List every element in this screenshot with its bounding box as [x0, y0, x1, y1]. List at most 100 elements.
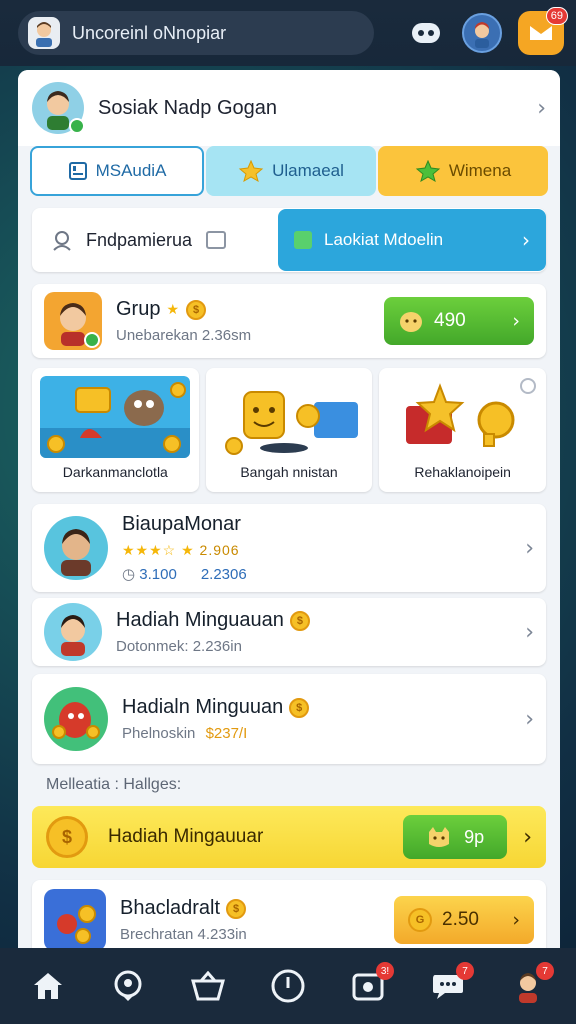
- message-icon: [530, 26, 552, 40]
- weekly-reward-label: Hadiah Mingauuar: [108, 826, 264, 847]
- tab-wimena[interactable]: Wimena: [378, 146, 548, 196]
- rating-stars-icon: ★★★☆ ★: [122, 542, 195, 558]
- list-title: BiaupaMonar: [122, 513, 241, 535]
- list-title: Hadiah Minguauan: [116, 609, 284, 631]
- home-icon[interactable]: [28, 966, 68, 1006]
- weekly-reward-bar[interactable]: $ Hadiah Mingauuar 9p ›: [32, 806, 546, 868]
- verified-icon: [84, 332, 100, 348]
- bottom-nav: 3! 7 7: [0, 948, 576, 1024]
- list-avatar: [44, 889, 106, 948]
- profile-name: Sosiak Nadp Gogan: [98, 96, 278, 119]
- user-search-icon: [53, 231, 71, 251]
- reward-tile[interactable]: Darkanmanclotla: [32, 368, 199, 492]
- wallet-badge: 3!: [376, 962, 394, 980]
- chevron-right-icon: ›: [523, 824, 532, 850]
- chevron-right-icon: ›: [525, 706, 534, 732]
- clock-icon: ◷: [122, 566, 140, 583]
- notification-badge: 69: [545, 7, 568, 25]
- face-icon: [400, 312, 422, 332]
- profile-badge: 7: [536, 962, 554, 980]
- list-subtitle: Dotonmek: 2.236in: [116, 638, 242, 655]
- list-title: Hadialn Minguuan: [122, 696, 284, 718]
- profile-avatar: [32, 82, 85, 134]
- list-avatar: [44, 516, 108, 580]
- compass-icon[interactable]: [268, 966, 308, 1006]
- search-bar[interactable]: Uncoreinl oNnopiar: [18, 11, 374, 55]
- messages-icon[interactable]: 7: [428, 962, 474, 1006]
- tab-label: MSAudiA: [95, 161, 167, 180]
- tab-ulamaeal[interactable]: Ulamaeal: [206, 146, 376, 196]
- weekly-reward-button[interactable]: 9p: [403, 815, 508, 859]
- chat-bot-icon[interactable]: [406, 13, 446, 53]
- messages-badge: 7: [456, 962, 474, 980]
- claim-value: 2.50: [442, 909, 479, 930]
- group-title: Grup: [116, 298, 161, 320]
- tile-label: Rehaklanoipein: [414, 464, 511, 480]
- chevron-right-icon: ›: [512, 310, 520, 332]
- tab-label: Ulamaeal: [272, 161, 344, 180]
- notification-button[interactable]: 69: [518, 7, 568, 55]
- profile-row[interactable]: Sosiak Nadp Gogan ›: [18, 70, 560, 146]
- group-subtitle: Unebarekan 2.36sm: [116, 327, 252, 344]
- list-item[interactable]: Bhacladralt $ Brechratan 4.233in G 2.50 …: [32, 880, 546, 948]
- star-green-icon: [415, 160, 441, 182]
- star-icon: [238, 160, 264, 182]
- tab-label: Wimena: [448, 161, 512, 180]
- chevron-right-icon: ›: [525, 535, 534, 561]
- rating-value: 2.906: [199, 542, 240, 558]
- latest-button[interactable]: Laokiat Mdoelin ›: [278, 209, 546, 271]
- list-item[interactable]: Hadialn Minguuan $ Phelnoskin $237/I ›: [32, 674, 546, 764]
- star-icon: ★: [166, 301, 181, 317]
- online-status-icon: [69, 118, 85, 134]
- profile-nav-icon[interactable]: 7: [508, 962, 554, 1006]
- gift-art-icon: [214, 376, 364, 458]
- list-item[interactable]: BiaupaMonar ★★★☆ ★ 2.906 ◷ 3.100 2.2306 …: [32, 504, 546, 592]
- user-avatar-icon: [28, 17, 60, 49]
- wallet-icon[interactable]: 3!: [348, 962, 394, 1006]
- main-panel: Sosiak Nadp Gogan › MSAudiA Ulamaeal Wim…: [18, 70, 560, 948]
- filter-card: Fndpamierua Laokiat Mdoelin ›: [32, 208, 546, 272]
- weekly-reward-value: 9p: [464, 826, 485, 847]
- tile-label: Bangah nnistan: [240, 464, 338, 480]
- list-subtitle-label: Phelnoskin: [122, 725, 196, 742]
- group-card[interactable]: Grup ★ $ Unebarekan 2.36sm 490 ›: [32, 284, 546, 358]
- chevron-right-icon: ›: [537, 95, 546, 121]
- latest-button-label: Laokiat Mdoelin: [324, 230, 444, 249]
- claim-button[interactable]: G 2.50 ›: [394, 896, 534, 944]
- chevron-right-icon: ›: [512, 909, 520, 931]
- star-chest-art-icon: [387, 376, 538, 458]
- group-avatar: [44, 292, 102, 350]
- tab-msaudia[interactable]: MSAudiA: [30, 146, 204, 196]
- calendar-icon[interactable]: [206, 231, 227, 249]
- coin-icon: $: [289, 697, 310, 718]
- list-subtitle-value: $237/I: [205, 725, 248, 742]
- coin-icon: $: [46, 816, 88, 858]
- chevron-right-icon: ›: [525, 619, 534, 645]
- profile-avatar-icon[interactable]: [462, 13, 502, 53]
- list-avatar: [44, 603, 102, 661]
- book-icon: [294, 231, 312, 249]
- coin-icon: $: [289, 610, 310, 631]
- reward-tile[interactable]: Rehaklanoipein: [379, 368, 547, 492]
- support-icon[interactable]: [108, 966, 148, 1006]
- reward-tile[interactable]: Bangah nnistan: [205, 368, 373, 492]
- section-label: Melleatia : Hallges:: [46, 776, 182, 793]
- meta-a: 3.100: [139, 566, 177, 583]
- list-avatar: [44, 687, 108, 751]
- chevron-right-icon: ›: [522, 228, 530, 252]
- reward-tiles: Darkanmanclotla Bangah nnistan Rehaklano…: [32, 368, 547, 492]
- info-icon[interactable]: [520, 378, 537, 394]
- treasure-art-icon: [40, 376, 191, 458]
- filter-label: Fndpamierua: [86, 229, 193, 250]
- meta-b: 2.2306: [200, 565, 247, 583]
- group-coins-value: 490: [434, 310, 466, 331]
- list-item[interactable]: Hadiah Minguauan $ Dotonmek: 2.236in ›: [32, 598, 546, 666]
- coin-icon: $: [186, 299, 207, 320]
- search-text: Uncoreinl oNnopiar: [72, 22, 227, 43]
- cat-face-icon: [429, 827, 450, 847]
- list-subtitle: Brechratan 4.233in: [120, 926, 247, 943]
- basket-icon[interactable]: [188, 966, 228, 1006]
- group-coins-button[interactable]: 490 ›: [384, 297, 534, 345]
- coin-icon: G: [408, 908, 432, 932]
- coin-icon: $: [226, 898, 247, 919]
